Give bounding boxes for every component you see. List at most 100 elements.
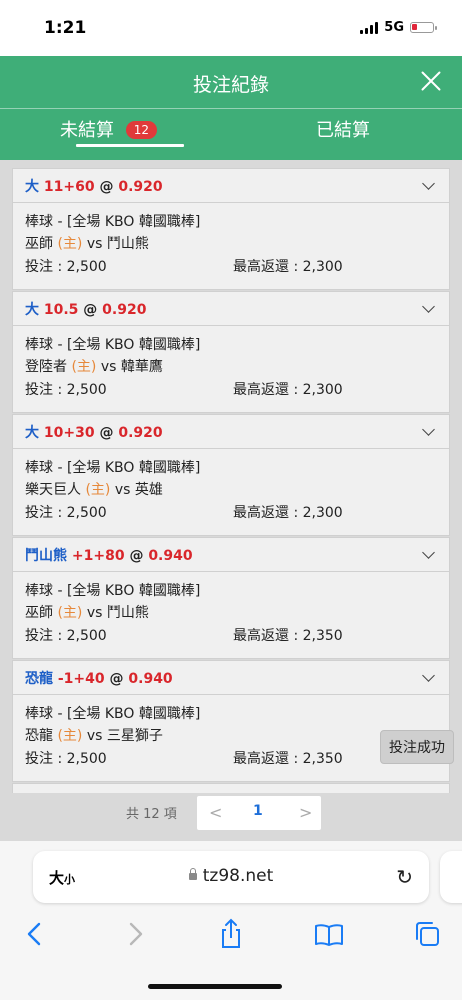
bet-max-return: 最高返還 : 2,300 bbox=[233, 259, 343, 275]
battery-icon bbox=[410, 22, 437, 33]
chevron-down-icon[interactable] bbox=[422, 546, 435, 559]
bet-card-body: 棒球 - [全場 KBO 韓國職棒] 巫師 (主) vs 鬥山熊 投注 : 2,… bbox=[13, 203, 449, 289]
network-type: 5G bbox=[384, 20, 404, 35]
bet-league: 棒球 - [全場 KBO 韓國職棒] bbox=[25, 706, 201, 722]
pagination: 共 12 項 < 1 > bbox=[0, 793, 462, 841]
bet-at: @ bbox=[83, 302, 98, 318]
next-page-button[interactable]: > bbox=[299, 803, 312, 822]
bet-card-header[interactable]: 鬥山熊 +1+80 @ 0.940 bbox=[13, 538, 449, 572]
home-team: 巫師 bbox=[25, 236, 53, 252]
home-team: 登陸者 bbox=[25, 359, 67, 375]
share-icon[interactable] bbox=[214, 917, 248, 951]
bet-max-return: 最高返還 : 2,350 bbox=[233, 751, 343, 767]
chevron-down-icon[interactable] bbox=[422, 177, 435, 190]
bet-max-return: 最高返還 : 2,350 bbox=[233, 628, 343, 644]
home-indicator bbox=[148, 984, 282, 989]
home-mark: (主) bbox=[85, 482, 111, 498]
chevron-down-icon[interactable] bbox=[422, 300, 435, 313]
bet-at: @ bbox=[99, 425, 114, 441]
bet-card-header[interactable]: 大 10+30 @ 0.920 bbox=[13, 415, 449, 449]
bet-selection: 大 bbox=[25, 302, 39, 318]
url-display[interactable]: tz98.net bbox=[33, 866, 429, 886]
reload-icon[interactable]: ↻ bbox=[396, 865, 413, 889]
home-mark: (主) bbox=[57, 728, 83, 744]
bet-card: 大 11+60 @ 0.920 棒球 - [全場 KBO 韓國職棒] 巫師 (主… bbox=[12, 168, 450, 290]
bet-card-partial bbox=[12, 783, 450, 793]
bet-at: @ bbox=[109, 671, 124, 687]
bet-stake: 投注 : 2,500 bbox=[25, 751, 107, 767]
bet-league: 棒球 - [全場 KBO 韓國職棒] bbox=[25, 583, 201, 599]
bet-card-body: 棒球 - [全場 KBO 韓國職棒] 登陸者 (主) vs 韓華鷹 投注 : 2… bbox=[13, 326, 449, 412]
browser-chrome: 大小 tz98.net ↻ bbox=[0, 841, 462, 1000]
bet-league: 棒球 - [全場 KBO 韓國職棒] bbox=[25, 214, 201, 230]
chevron-down-icon[interactable] bbox=[422, 423, 435, 436]
away-team: 英雄 bbox=[134, 482, 163, 498]
bet-odds: 0.940 bbox=[128, 671, 173, 687]
bet-card-header[interactable]: 恐龍 -1+40 @ 0.940 bbox=[13, 661, 449, 695]
tab-settled-label: 已結算 bbox=[316, 120, 370, 141]
bet-matchup: 樂天巨人 (主) vs 英雄 bbox=[25, 479, 163, 499]
bet-list[interactable]: 大 11+60 @ 0.920 棒球 - [全場 KBO 韓國職棒] 巫師 (主… bbox=[0, 160, 462, 793]
tab-unsettled[interactable]: 未結算 12 bbox=[60, 116, 190, 160]
lock-icon bbox=[188, 868, 197, 880]
bet-league: 棒球 - [全場 KBO 韓國職棒] bbox=[25, 460, 201, 476]
bet-selection: 大 bbox=[25, 425, 39, 441]
unsettled-count-badge: 12 bbox=[125, 121, 158, 139]
bet-at: @ bbox=[129, 548, 144, 564]
bet-handicap: 10.5 bbox=[43, 302, 79, 318]
bet-handicap: +1+80 bbox=[71, 548, 125, 564]
chevron-down-icon[interactable] bbox=[422, 669, 435, 682]
bet-card-body: 棒球 - [全場 KBO 韓國職棒] 樂天巨人 (主) vs 英雄 投注 : 2… bbox=[13, 449, 449, 535]
home-mark: (主) bbox=[71, 359, 97, 375]
bet-max-return: 最高返還 : 2,300 bbox=[233, 382, 343, 398]
home-team: 恐龍 bbox=[25, 728, 53, 744]
bet-card-header[interactable]: 大 11+60 @ 0.920 bbox=[13, 169, 449, 203]
page-title: 投注紀錄 bbox=[192, 74, 269, 96]
bet-stake: 投注 : 2,500 bbox=[25, 259, 107, 275]
away-team: 韓華鷹 bbox=[120, 359, 163, 375]
bet-matchup: 巫師 (主) vs 鬥山熊 bbox=[25, 233, 149, 253]
status-bar: 1:21 5G bbox=[0, 0, 462, 56]
current-page[interactable]: 1 bbox=[253, 803, 263, 819]
vs-label: vs bbox=[114, 482, 131, 498]
vs-label: vs bbox=[86, 236, 103, 252]
back-icon[interactable] bbox=[18, 917, 52, 951]
bet-summary: 鬥山熊 +1+80 @ 0.940 bbox=[25, 545, 193, 565]
bet-summary: 大 10+30 @ 0.920 bbox=[25, 422, 163, 442]
bet-matchup: 登陸者 (主) vs 韓華鷹 bbox=[25, 356, 163, 376]
close-icon[interactable] bbox=[418, 68, 444, 94]
bet-stake: 投注 : 2,500 bbox=[25, 505, 107, 521]
bet-summary: 大 10.5 @ 0.920 bbox=[25, 299, 146, 319]
bet-card: 鬥山熊 +1+80 @ 0.940 棒球 - [全場 KBO 韓國職棒] 巫師 … bbox=[12, 537, 450, 659]
home-team: 樂天巨人 bbox=[25, 482, 81, 498]
next-tab-peek[interactable] bbox=[440, 851, 462, 903]
home-mark: (主) bbox=[57, 236, 83, 252]
forward-icon[interactable] bbox=[118, 917, 152, 951]
url-text: tz98.net bbox=[202, 866, 274, 886]
bet-selection: 恐龍 bbox=[25, 671, 53, 687]
bet-odds: 0.920 bbox=[118, 425, 163, 441]
status-icons: 5G bbox=[360, 20, 437, 35]
modal-header: 投注紀錄 未結算 12 已結算 bbox=[0, 56, 462, 160]
bookmarks-icon[interactable] bbox=[312, 917, 346, 951]
pager-controls: < 1 > bbox=[197, 796, 321, 830]
bet-card: 大 10+30 @ 0.920 棒球 - [全場 KBO 韓國職棒] 樂天巨人 … bbox=[12, 414, 450, 536]
bet-handicap: 11+60 bbox=[43, 179, 95, 195]
away-team: 三星獅子 bbox=[106, 728, 163, 744]
bet-max-return: 最高返還 : 2,300 bbox=[233, 505, 343, 521]
signal-icon bbox=[360, 21, 379, 34]
prev-page-button[interactable]: < bbox=[209, 803, 222, 822]
bet-handicap: -1+40 bbox=[57, 671, 105, 687]
status-time: 1:21 bbox=[44, 18, 87, 38]
away-team: 鬥山熊 bbox=[106, 605, 149, 621]
bet-card: 大 10.5 @ 0.920 棒球 - [全場 KBO 韓國職棒] 登陸者 (主… bbox=[12, 291, 450, 413]
header-divider bbox=[0, 108, 462, 109]
address-bar[interactable]: 大小 tz98.net ↻ bbox=[33, 851, 429, 903]
tabs-icon[interactable] bbox=[410, 917, 444, 951]
bet-card-body: 棒球 - [全場 KBO 韓國職棒] 巫師 (主) vs 鬥山熊 投注 : 2,… bbox=[13, 572, 449, 658]
tab-settled[interactable]: 已結算 bbox=[316, 116, 376, 160]
vs-label: vs bbox=[86, 728, 103, 744]
bet-matchup: 巫師 (主) vs 鬥山熊 bbox=[25, 602, 149, 622]
bet-card-header[interactable]: 大 10.5 @ 0.920 bbox=[13, 292, 449, 326]
bet-stake: 投注 : 2,500 bbox=[25, 628, 107, 644]
